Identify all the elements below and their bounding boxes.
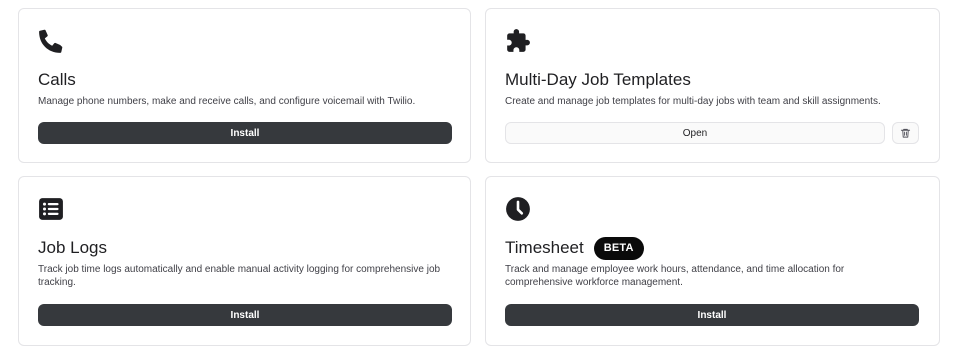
description-line: Manage phone numbers, make and receive c… [38,96,416,107]
card-description: Manage phone numbers, make and receive c… [38,95,415,108]
card-title: Job Logs [38,238,107,257]
clock-icon [506,197,530,221]
description-line: comprehensive workforce management. [505,277,683,288]
card-title: Calls [38,70,76,89]
list-icon [39,198,63,220]
card-description: Track job time logs automatically and en… [38,263,440,289]
app-card-calls: Calls Manage phone numbers, make and rec… [18,8,471,163]
puzzle-piece-icon [507,29,530,52]
card-title: Multi-Day Job Templates [505,70,691,89]
install-button[interactable]: Install [38,304,452,326]
trash-icon [900,128,911,138]
delete-button[interactable] [892,122,919,144]
open-button[interactable]: Open [505,122,885,144]
install-button[interactable]: Install [505,304,919,326]
description-line: Create and manage job templates for mult… [505,96,881,107]
phone-icon [39,29,63,53]
app-card-job-logs: Job Logs Track job time logs automatical… [18,176,471,346]
install-button[interactable]: Install [38,122,452,144]
card-title: Timesheet [505,238,584,257]
app-card-timesheet: Timesheet BETA Track and manage employee… [485,176,940,346]
beta-badge: BETA [593,236,644,260]
description-line: tracking. [38,277,76,288]
card-description: Track and manage employee work hours, at… [505,263,844,289]
description-line: Track job time logs automatically and en… [38,264,441,275]
card-description: Create and manage job templates for mult… [505,95,881,108]
app-card-multi-day-job-templates: Multi-Day Job Templates Create and manag… [485,8,940,163]
description-line: Track and manage employee work hours, at… [505,264,845,275]
